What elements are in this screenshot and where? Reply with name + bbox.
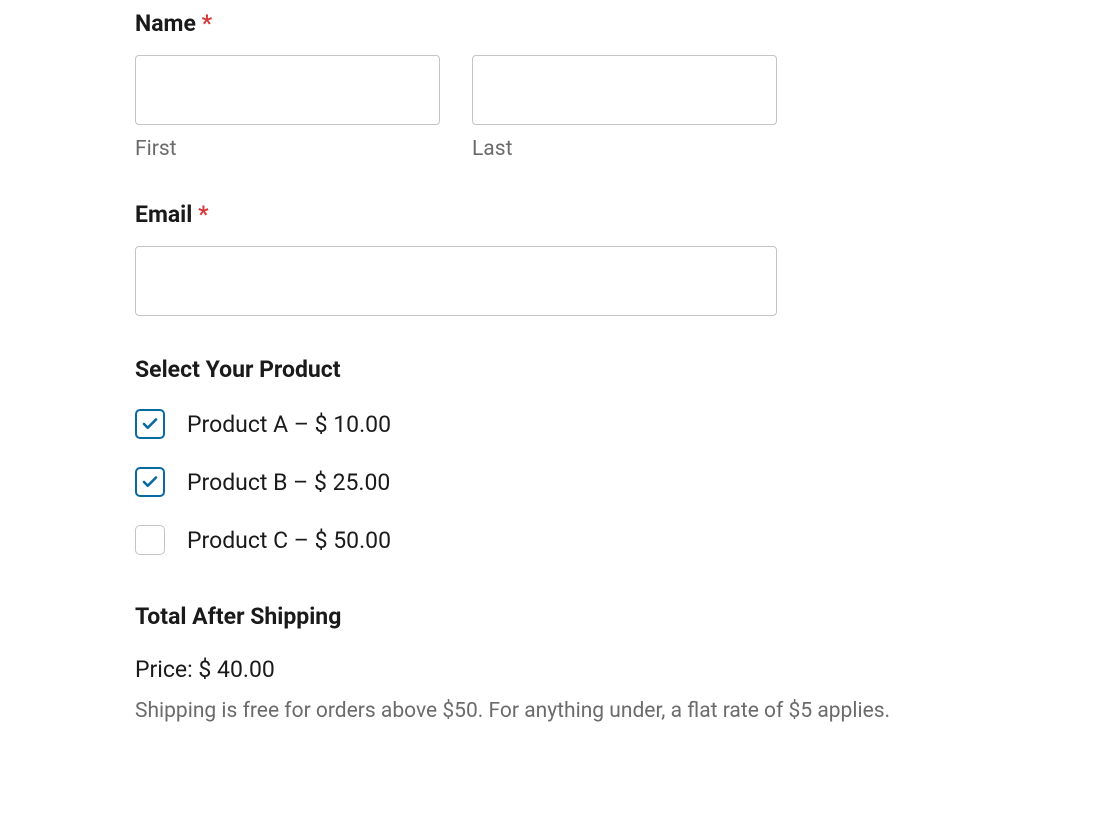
first-name-input[interactable] [135,55,440,125]
total-section-header: Total After Shipping [135,603,981,630]
name-field-group: Name * First Last [135,10,981,161]
email-label: Email * [135,201,981,228]
product-section-header: Select Your Product [135,356,981,383]
product-b-label: Product B – $ 25.00 [187,469,390,496]
product-b-row: Product B – $ 25.00 [135,467,981,497]
product-c-checkbox[interactable] [135,525,165,555]
last-name-sublabel: Last [472,137,777,161]
name-row: First Last [135,55,981,161]
product-b-checkbox[interactable] [135,467,165,497]
first-name-col: First [135,55,440,161]
first-name-sublabel: First [135,137,440,161]
product-c-row: Product C – $ 50.00 [135,525,981,555]
checkmark-icon [141,415,159,433]
product-a-checkbox[interactable] [135,409,165,439]
name-required-asterisk: * [202,10,212,37]
product-section: Select Your Product Product A – $ 10.00 … [135,356,981,555]
last-name-col: Last [472,55,777,161]
email-input[interactable] [135,246,777,316]
shipping-note: Shipping is free for orders above $50. F… [135,697,981,726]
product-a-label: Product A – $ 10.00 [187,411,391,438]
email-field-group: Email * [135,201,981,316]
email-required-asterisk: * [198,201,208,228]
total-section: Total After Shipping Price: $ 40.00 Ship… [135,603,981,726]
name-label: Name * [135,10,981,37]
product-a-row: Product A – $ 10.00 [135,409,981,439]
product-c-label: Product C – $ 50.00 [187,527,391,554]
checkmark-icon [141,473,159,491]
last-name-input[interactable] [472,55,777,125]
email-label-text: Email [135,201,192,228]
price-line: Price: $ 40.00 [135,656,981,683]
name-label-text: Name [135,10,196,37]
